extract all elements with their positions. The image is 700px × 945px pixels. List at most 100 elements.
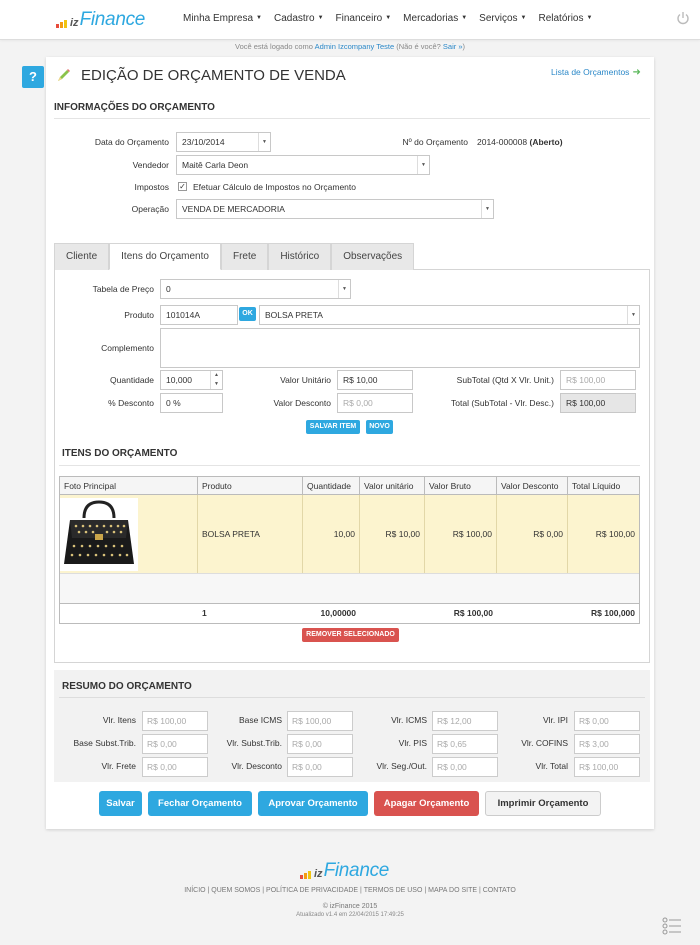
nav-financeiro[interactable]: Financeiro ▼ (336, 13, 392, 24)
print-quote-button[interactable]: Imprimir Orçamento (485, 791, 601, 816)
quotes-list-link[interactable]: Lista de Orçamentos ➜ (551, 67, 641, 78)
summary-section-title: RESUMO DO ORÇAMENTO (62, 681, 192, 692)
spinner-arrows-icon[interactable]: ▲ ▼ (210, 371, 222, 389)
totals-quantity: 10,00000 (320, 608, 356, 618)
product-select[interactable]: BOLSA PRETA ▼ (259, 305, 640, 325)
col-net-total[interactable]: Total Líquido (568, 477, 639, 494)
new-item-button[interactable]: NOVO (366, 420, 393, 434)
col-gross-value[interactable]: Valor Bruto (425, 477, 497, 494)
discount-value-input[interactable]: R$ 0,00 (337, 393, 413, 413)
close-quote-button[interactable]: Fechar Orçamento (148, 791, 252, 816)
footer-link-contato[interactable]: CONTATO (483, 887, 516, 894)
footer-link-inicio[interactable]: INÍCIO (184, 887, 205, 894)
footer-link-privacidade[interactable]: POLÍTICA DE PRIVACIDADE (266, 887, 358, 894)
row-unit-value: R$ 10,00 (360, 495, 425, 573)
unit-value-input[interactable]: R$ 10,00 (337, 370, 413, 390)
summary-icms-value: R$ 12,00 (432, 711, 498, 731)
operation-select[interactable]: VENDA DE MERCADORIA ▼ (176, 199, 494, 219)
summary-label: Vlr. IPI (542, 715, 568, 725)
power-icon[interactable] (676, 11, 690, 25)
totals-spacer (60, 604, 198, 623)
brand-prefix: iz (314, 868, 323, 880)
tab-itens-do-orcamento[interactable]: Itens do Orçamento (109, 243, 221, 270)
summary-base-icms-value: R$ 100,00 (287, 711, 353, 731)
help-button[interactable]: ? (22, 66, 44, 88)
summary-label: Vlr. Total (535, 761, 568, 771)
subtotal-label: SubTotal (Qtd X Vlr. Unit.) (456, 375, 554, 385)
product-label: Produto (124, 310, 154, 320)
product-ok-button[interactable]: OK (239, 307, 256, 321)
complement-textarea[interactable] (160, 328, 640, 368)
table-row[interactable]: BOLSA PRETA 10,00 R$ 10,00 R$ 100,00 R$ … (60, 495, 639, 574)
login-suffix: ) (462, 42, 466, 51)
col-quantity[interactable]: Quantidade (303, 477, 360, 494)
save-item-button[interactable]: SALVAR ITEM (306, 420, 360, 434)
col-unit-value[interactable]: Valor unitário (360, 477, 425, 494)
quote-number: 2014-000008 (Aberto) (477, 137, 563, 147)
nav-mercadorias[interactable]: Mercadorias ▼ (403, 13, 467, 24)
tab-frete[interactable]: Frete (220, 243, 269, 270)
footer-link-quem-somos[interactable]: QUEM SOMOS (211, 887, 260, 894)
remove-selected-button[interactable]: REMOVER SELECIONADO (302, 628, 399, 642)
caret-down-icon: ▼ (385, 15, 392, 21)
seller-select[interactable]: Maitê Carla Deon ▼ (176, 155, 430, 175)
footer-link-termos[interactable]: TERMOS DE USO (364, 887, 423, 894)
caret-down-icon: ▼ (627, 306, 639, 324)
price-table-label: Tabela de Preço (92, 284, 154, 294)
divider (59, 697, 645, 698)
tab-observacoes[interactable]: Observações (331, 243, 415, 270)
delete-quote-button[interactable]: Apagar Orçamento (374, 791, 479, 816)
caret-down-icon: ▼ (256, 15, 262, 21)
top-bar: iz Finance Minha Empresa ▼ Cadastro ▼ Fina… (0, 0, 700, 40)
caret-down-icon: ▼ (417, 156, 429, 174)
quote-number-value: 2014-000008 (477, 137, 528, 147)
date-input[interactable]: 23/10/2014 ▼ (176, 132, 271, 152)
col-product[interactable]: Produto (198, 477, 303, 494)
summary-label: Vlr. COFINS (521, 738, 568, 748)
footer-link-mapa[interactable]: MAPA DO SITE (428, 887, 477, 894)
price-table-select[interactable]: 0 ▼ (160, 279, 351, 299)
complement-label: Complemento (101, 343, 154, 353)
quantity-stepper[interactable]: 10,000 ▲ ▼ (160, 370, 223, 390)
tabs: Cliente Itens do Orçamento Frete Históri… (54, 243, 415, 270)
approve-quote-button[interactable]: Aprovar Orçamento (258, 791, 368, 816)
price-table-value: 0 (166, 284, 171, 294)
nav-label: Financeiro (335, 13, 383, 24)
nav-servicos[interactable]: Serviços ▼ (479, 13, 526, 24)
summary-label: Vlr. Subst.Trib. (226, 738, 282, 748)
footer-logo[interactable]: iz Finance (300, 860, 389, 882)
taxes-checkbox[interactable]: ✓ (178, 182, 187, 191)
logged-user-link[interactable]: Admin Izcompany Teste (315, 42, 394, 51)
save-button[interactable]: Salvar (99, 791, 142, 816)
tab-cliente[interactable]: Cliente (54, 243, 110, 270)
caret-down-icon: ▼ (258, 133, 270, 151)
divider (54, 118, 650, 119)
product-name-value: BOLSA PRETA (265, 310, 323, 320)
operation-label: Operação (131, 204, 169, 214)
nav-relatorios[interactable]: Relatórios ▼ (538, 13, 592, 24)
col-discount-value[interactable]: Valor Desconto (497, 477, 568, 494)
product-photo-cell (60, 495, 198, 573)
summary-label: Vlr. Frete (101, 761, 136, 771)
subtotal-field: R$ 100,00 (560, 370, 636, 390)
brand-logo[interactable]: iz Finance (56, 7, 145, 31)
pencil-icon (58, 69, 70, 81)
logo-bars-icon (56, 20, 68, 31)
summary-label: Vlr. Seg./Out. (376, 761, 427, 771)
summary-label: Vlr. Desconto (231, 761, 282, 771)
discount-pct-input[interactable]: 0 % (160, 393, 223, 413)
nav-cadastro[interactable]: Cadastro ▼ (274, 13, 324, 24)
nav-label: Minha Empresa (183, 13, 254, 24)
login-middle: (Não é você? (394, 42, 443, 51)
nav-label: Serviços (479, 13, 518, 24)
tab-historico[interactable]: Histórico (268, 243, 332, 270)
nav-minha-empresa[interactable]: Minha Empresa ▼ (183, 13, 262, 24)
col-photo[interactable]: Foto Principal (60, 477, 198, 494)
product-code-input[interactable]: 101014A (160, 305, 238, 325)
date-value: 23/10/2014 (182, 137, 225, 147)
logout-link[interactable]: Sair » (443, 42, 463, 51)
quantity-value: 10,000 (166, 375, 192, 385)
list-menu-icon[interactable] (661, 915, 683, 937)
row-gross-value: R$ 100,00 (425, 495, 497, 573)
table-empty-row (60, 574, 639, 604)
